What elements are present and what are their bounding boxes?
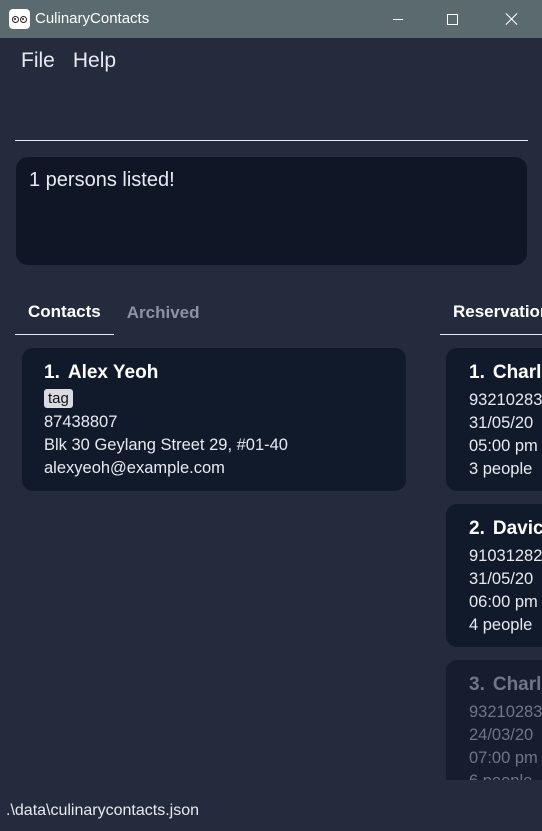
reservation-phone: 93210283 [469,703,542,721]
title-bar: CulinaryContacts [0,0,542,38]
menu-bar: File Help [0,38,542,84]
contacts-tab-bar: Contacts Archived [15,290,212,335]
data-file-path: .\data\culinarycontacts.json [6,801,199,819]
reservation-name: Charl [492,674,542,695]
tab-contacts[interactable]: Contacts [15,290,114,335]
reservation-name-row: 1. Charl [469,362,542,384]
result-display: 1 persons listed! [16,157,527,265]
reservation-people: 3 people [469,460,533,478]
reservation-list[interactable]: 1. Charl 93210283 31/05/20 05:00 pm 3 peo… [446,348,542,780]
status-bar: .\data\culinarycontacts.json [0,790,542,831]
close-button[interactable] [488,0,534,38]
reservation-name: Charl [492,362,542,383]
maximize-button[interactable] [429,0,475,38]
contact-address: Blk 30 Geylang Street 29, #01-40 [44,436,288,454]
reservation-date: 24/03/20 [469,726,534,744]
reservation-phone: 93210283 [469,391,542,409]
contact-email: alexyeoh@example.com [44,459,225,477]
command-box [15,98,528,141]
menu-help[interactable]: Help [64,49,125,73]
reservation-name-row: 3. Charl [469,674,542,696]
reservation-time: 07:00 pm [469,749,538,767]
reservation-time: 06:00 pm [469,593,538,611]
contact-tag: tag [44,389,73,408]
contact-name-row: 1. Alex Yeoh [44,362,384,384]
minimize-icon [393,18,403,20]
reservation-name: Davic [492,518,542,539]
reservation-card[interactable]: 2. Davic 91031282 31/05/20 06:00 pm 4 peo… [446,504,542,647]
reservation-people: 4 people [469,616,533,634]
menu-file[interactable]: File [12,49,64,73]
contact-card[interactable]: 1. Alex Yeoh tag 87438807 Blk 30 Geylang … [22,348,406,491]
contact-index: 1. [44,362,60,383]
reservation-people: 6 people [469,770,542,780]
reservations-tab-bar: Reservations [440,290,542,335]
reservation-phone: 91031282 [469,547,542,565]
command-input[interactable] [15,98,528,140]
reservation-date: 31/05/20 [469,570,534,588]
reservation-index: 2. [469,518,485,539]
app-logo-icon [9,9,30,29]
close-icon [504,12,518,26]
contact-phone: 87438807 [44,413,118,431]
reservation-date: 31/05/20 [469,414,534,432]
reservation-card[interactable]: 1. Charl 93210283 31/05/20 05:00 pm 3 peo… [446,348,542,491]
tab-reservations[interactable]: Reservations [440,290,542,335]
window-title: CulinaryContacts [35,10,150,27]
reservation-index: 3. [469,674,485,695]
tab-archived[interactable]: Archived [114,290,213,335]
contact-name: Alex Yeoh [67,362,159,383]
minimize-button[interactable] [375,0,421,38]
maximize-icon [446,13,458,25]
reservation-card[interactable]: 3. Charl 93210283 24/03/20 07:00 pm 6 peo… [446,660,542,780]
reservation-index: 1. [469,362,485,383]
reservation-time: 05:00 pm [469,437,538,455]
reservation-name-row: 2. Davic [469,518,542,540]
result-message: 1 persons listed! [29,169,175,191]
